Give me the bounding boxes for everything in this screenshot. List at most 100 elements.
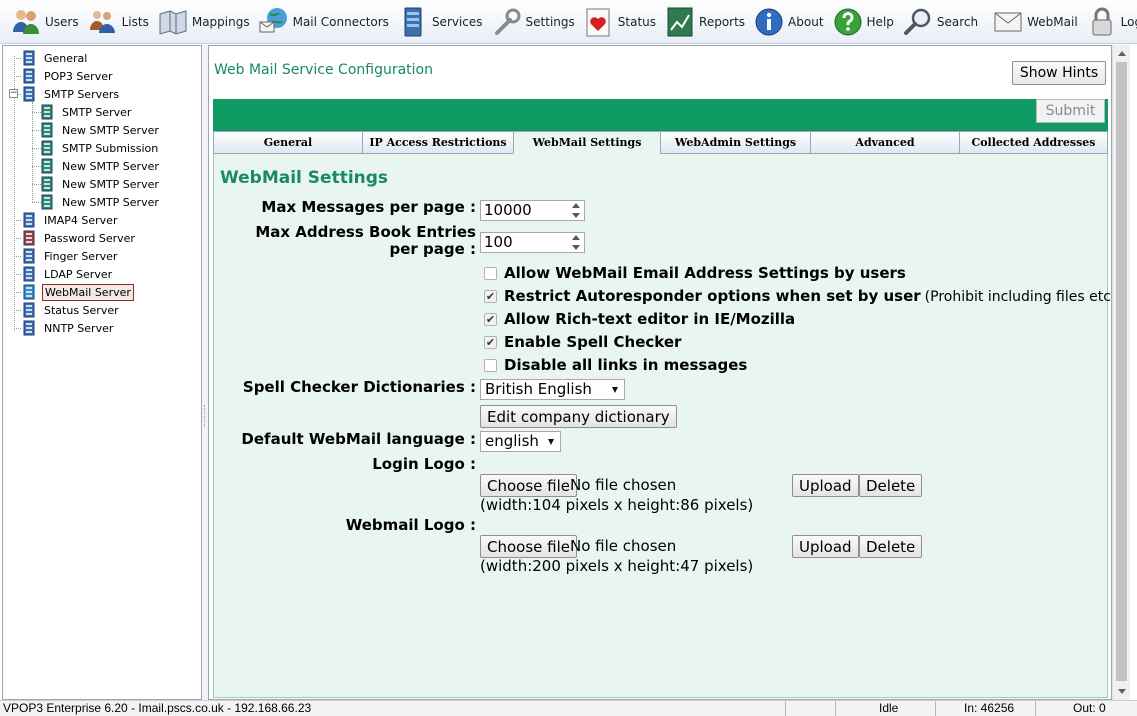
toolbar-label: Logout	[1120, 14, 1137, 29]
toolbar-lists[interactable]: Lists	[87, 2, 149, 42]
toolbar-label: Mail Connectors	[292, 14, 389, 29]
checkbox-restrict-autoresponder[interactable]: ✔	[484, 290, 497, 303]
webmail-logo-size-hint: (width:200 pixels x height:47 pixels)	[480, 557, 754, 575]
tree-item-nntp-server[interactable]: NNTP Server	[21, 319, 115, 337]
tree-item-label: LDAP Server	[44, 267, 113, 281]
checkbox-rich-text-editor[interactable]: ✔	[484, 313, 497, 326]
vertical-scrollbar[interactable]	[1112, 45, 1130, 700]
login-logo-delete-button[interactable]: Delete	[859, 474, 923, 497]
webmail-logo-no-file-text: No file chosen	[570, 537, 677, 555]
max-address-book-input[interactable]: 100	[480, 232, 585, 253]
about-icon	[755, 8, 783, 35]
server-icon	[23, 302, 35, 318]
spell-dictionary-select[interactable]: British English	[480, 379, 625, 400]
services-icon	[404, 7, 422, 36]
toolbar-mail-connectors[interactable]: Mail Connectors	[258, 2, 389, 42]
tree-connector	[32, 148, 41, 149]
max-messages-input[interactable]: 10000	[480, 200, 585, 221]
tab-advanced[interactable]: Advanced	[810, 131, 959, 154]
tree-item-imap4-server[interactable]: IMAP4 Server	[21, 211, 119, 229]
submit-button[interactable]: Submit	[1036, 99, 1105, 123]
show-hints-button[interactable]: Show Hints	[1012, 61, 1106, 85]
server-icon	[23, 230, 35, 246]
spinner-arrows-icon[interactable]	[570, 203, 582, 218]
checkbox-spell-checker[interactable]: ✔	[484, 336, 497, 349]
tree-connector	[32, 102, 33, 202]
tab-webadmin-settings[interactable]: WebAdmin Settings	[660, 131, 810, 154]
default-language-select[interactable]: english	[480, 431, 561, 452]
tree-item-status-server[interactable]: Status Server	[21, 301, 121, 319]
edit-company-dictionary-button[interactable]: Edit company dictionary	[480, 405, 677, 428]
tree-connector	[14, 256, 21, 257]
login-logo-upload-button[interactable]: Upload	[792, 474, 859, 497]
tree-item-pop3-server[interactable]: POP3 Server	[21, 67, 115, 85]
tree-item-finger-server[interactable]: Finger Server	[21, 247, 119, 265]
toolbar-label: About	[788, 14, 824, 29]
tree-item-ldap-server[interactable]: LDAP Server	[21, 265, 114, 283]
tree-item-smtp-servers[interactable]: SMTP Servers	[21, 85, 121, 103]
tree-item-password-server[interactable]: Password Server	[21, 229, 137, 247]
toolbar-services[interactable]: Services	[397, 2, 483, 42]
toolbar-mappings[interactable]: Mappings	[157, 2, 250, 42]
tree-item-smtp-server[interactable]: SMTP Server	[39, 103, 133, 121]
toolbar-label: Users	[45, 14, 79, 29]
tree-item-general[interactable]: General	[21, 49, 89, 67]
tree-connector	[32, 130, 41, 131]
settings-icon	[494, 8, 521, 35]
toolbar-label: Status	[617, 14, 657, 29]
webmail-logo-choose-file-button[interactable]: Choose file	[480, 535, 577, 558]
toolbar-help[interactable]: Help	[832, 2, 894, 42]
server-icon	[23, 86, 35, 102]
search-icon	[903, 8, 931, 35]
checkbox-disable-links[interactable]	[484, 359, 497, 372]
webmail-logo-upload-button[interactable]: Upload	[792, 535, 859, 558]
server-icon	[41, 158, 53, 174]
spell-checker-label: Enable Spell Checker	[504, 333, 681, 351]
toolbar-about[interactable]: About	[753, 2, 824, 42]
server-icon	[23, 320, 35, 336]
tree-item-webmail-server[interactable]: WebMail Server	[21, 283, 134, 301]
toolbar-status[interactable]: Status	[583, 2, 656, 42]
tree-item-new-smtp-server-3[interactable]: New SMTP Server	[39, 175, 161, 193]
logout-icon	[1092, 7, 1112, 35]
toolbar-logout[interactable]: Logout	[1086, 2, 1137, 42]
scroll-up-arrow-icon[interactable]	[1118, 51, 1126, 56]
tree-collapse-icon[interactable]: −	[9, 89, 18, 98]
server-icon	[41, 104, 53, 120]
tab-webmail-settings[interactable]: WebMail Settings	[513, 131, 660, 154]
login-logo-choose-file-button[interactable]: Choose file	[480, 474, 577, 497]
lists-icon	[89, 10, 115, 33]
scrollbar-thumb[interactable]	[1116, 62, 1127, 681]
toolbar-search[interactable]: Search	[902, 2, 978, 42]
tree-item-new-smtp-server-2[interactable]: New SMTP Server	[39, 157, 161, 175]
tree-item-label: New SMTP Server	[62, 177, 159, 191]
server-icon	[23, 266, 35, 282]
tree-item-smtp-submission[interactable]: SMTP Submission	[39, 139, 160, 157]
tree-connector	[32, 184, 41, 185]
tree-item-label: IMAP4 Server	[44, 213, 118, 227]
checkbox-allow-address-settings[interactable]	[484, 267, 497, 280]
status-bar: VPOP3 Enterprise 6.20 - Imail.pscs.co.uk…	[0, 700, 1137, 716]
toolbar-reports[interactable]: Reports	[664, 2, 745, 42]
toolbar-webmail[interactable]: WebMail	[992, 2, 1078, 42]
tree-connector	[32, 166, 41, 167]
tab-general[interactable]: General	[213, 131, 362, 154]
tree-connector	[14, 274, 21, 275]
toolbar-label: Help	[866, 14, 894, 29]
toolbar-users[interactable]: Users	[10, 2, 79, 42]
rich-text-editor-label: Allow Rich-text editor in IE/Mozilla	[504, 310, 795, 328]
tab-collected-addresses[interactable]: Collected Addresses	[959, 131, 1108, 154]
tree-item-new-smtp-server-4[interactable]: New SMTP Server	[39, 193, 161, 211]
autoresponder-note: (Prohibit including files etc)	[924, 289, 1112, 305]
tree-item-new-smtp-server-1[interactable]: New SMTP Server	[39, 121, 161, 139]
login-logo-label: Login Logo :	[372, 455, 476, 473]
tree-connector	[14, 220, 21, 221]
toolbar: Users Lists Mappings Mail Connectors Ser…	[0, 0, 1137, 44]
allow-address-settings-label: Allow WebMail Email Address Settings by …	[504, 264, 906, 282]
scroll-down-arrow-icon[interactable]	[1118, 689, 1126, 694]
spinner-arrows-icon[interactable]	[570, 235, 582, 250]
tree-item-label: WebMail Server	[42, 283, 134, 301]
webmail-logo-delete-button[interactable]: Delete	[859, 535, 923, 558]
toolbar-settings[interactable]: Settings	[491, 2, 575, 42]
tab-ip-access-restrictions[interactable]: IP Access Restrictions	[362, 131, 513, 154]
